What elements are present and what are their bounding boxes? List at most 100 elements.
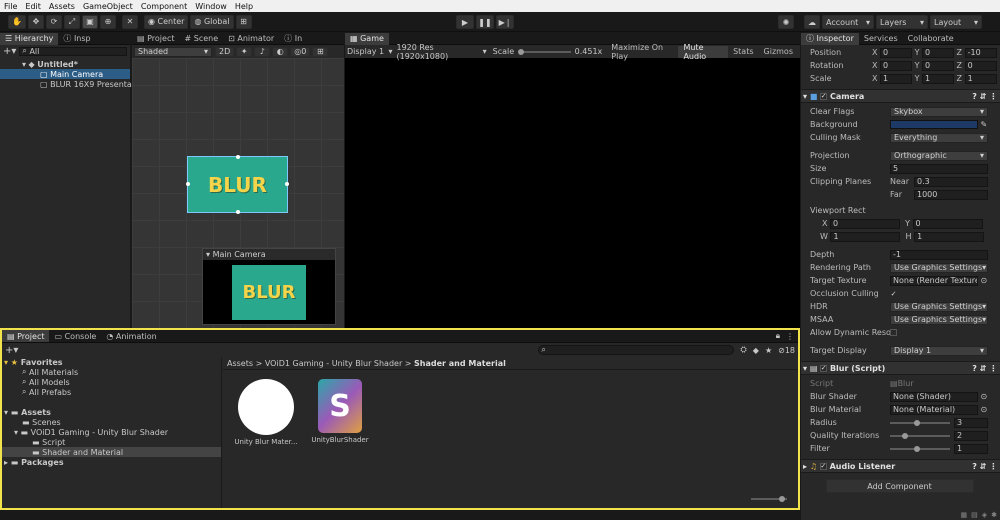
filter-field[interactable]: 1	[954, 443, 988, 454]
folder-item[interactable]: ▾ ▬ VOiD1 Gaming - Unity Blur Shader	[2, 427, 221, 437]
tab-animator[interactable]: ⊡ Animator	[223, 33, 279, 45]
position-y[interactable]: 0	[922, 47, 955, 58]
radius-field[interactable]: 3	[954, 417, 988, 428]
breadcrumb-item[interactable]: VOiD1 Gaming - Unity Blur Shader	[265, 359, 402, 368]
scene-row[interactable]: ▾ ◆ Untitled*	[0, 59, 130, 69]
hdr-dropdown[interactable]: Use Graphics Settings ▾	[890, 301, 988, 312]
near-clip-field[interactable]: 0.3	[914, 176, 988, 187]
help-icon[interactable]: ?	[972, 92, 979, 101]
add-icon[interactable]: +▾	[5, 345, 18, 356]
play-button[interactable]: ▶	[456, 15, 474, 29]
hierarchy-item-blur[interactable]: ▢ BLUR 16X9 Presentat	[0, 79, 135, 89]
collapse-arrow-icon[interactable]: ▸	[803, 462, 810, 471]
folder-item[interactable]: ▬ Script	[2, 437, 221, 447]
object-picker-icon[interactable]: ⊙	[978, 276, 988, 285]
blur-material-field[interactable]: None (Material)	[890, 404, 978, 415]
tab-console[interactable]: ▭ Console	[49, 330, 101, 342]
more-icon[interactable]: ⋮	[989, 462, 1000, 471]
rotation-y[interactable]: 0	[922, 60, 955, 71]
tab-project-bottom[interactable]: ▤ Project	[2, 330, 50, 342]
favorite-item[interactable]: ⌕ All Materials	[2, 367, 221, 377]
tab-game[interactable]: ▦ Game	[345, 32, 389, 45]
projection-dropdown[interactable]: Orthographic ▾	[890, 150, 988, 161]
slider-knob[interactable]	[779, 496, 785, 502]
cache-icon[interactable]: ▤	[971, 511, 978, 519]
dynamic-resolution-checkbox[interactable]	[890, 329, 897, 336]
display-dropdown[interactable]: Display 1 ▾	[347, 47, 393, 56]
msaa-dropdown[interactable]: Use Graphics Settings ▾	[890, 314, 988, 325]
clear-flags-dropdown[interactable]: Skybox ▾	[890, 106, 988, 117]
scale-x[interactable]: 1	[880, 73, 913, 84]
slider-knob[interactable]	[902, 432, 908, 439]
background-color-swatch[interactable]	[890, 120, 978, 129]
selection-handle[interactable]	[236, 210, 240, 214]
target-texture-field[interactable]: None (Render Texture)	[890, 275, 978, 286]
audio-listener-header[interactable]: ▸ ♫ ✓ Audio Listener ? ⇵ ⋮	[801, 459, 1000, 473]
blur-component-header[interactable]: ▾ ▤ ✓ Blur (Script) ? ⇵ ⋮	[801, 361, 1000, 375]
folder-item-selected[interactable]: ▬ Shader and Material	[2, 447, 221, 457]
gizmos-icon[interactable]: ⊞	[312, 46, 329, 57]
target-display-dropdown[interactable]: Display 1 ▾	[890, 345, 988, 356]
rotation-x[interactable]: 0	[880, 60, 913, 71]
hierarchy-item-main-camera[interactable]: ▢ Main Camera	[0, 69, 130, 79]
more-icon[interactable]: ⋮	[786, 332, 794, 341]
progress-icon[interactable]: ▦	[960, 511, 967, 519]
snap-icon[interactable]: ⊞	[235, 14, 252, 29]
viewport-h-field[interactable]: 1	[914, 231, 985, 242]
preset-icon[interactable]: ⇵	[980, 462, 990, 471]
position-x[interactable]: 0	[880, 47, 913, 58]
lighting-icon[interactable]: ✦	[236, 46, 253, 57]
preset-icon[interactable]: ⇵	[980, 364, 990, 373]
account-dropdown[interactable]: Account ▾	[822, 15, 874, 29]
audio-listener-checkbox[interactable]: ✓	[819, 462, 827, 470]
quality-iterations-slider[interactable]	[890, 432, 950, 439]
tab-services[interactable]: Services	[859, 33, 903, 45]
favorite-item[interactable]: ⌕ All Prefabs	[2, 387, 221, 397]
preset-icon[interactable]: ⇵	[980, 92, 990, 101]
viewport-x-field[interactable]: 0	[830, 218, 901, 229]
audio-icon[interactable]: ♪	[254, 46, 271, 57]
transform-tool-icon[interactable]: ⊕	[99, 14, 116, 29]
tab-hierarchy[interactable]: ☰ Hierarchy	[0, 32, 59, 45]
object-picker-icon[interactable]: ⊙	[978, 392, 988, 401]
scale-z[interactable]: 1	[964, 73, 997, 84]
resolution-dropdown[interactable]: 1920 Res (1920x1080) ▾	[397, 43, 487, 61]
folder-item[interactable]: ▬ Scenes	[2, 417, 221, 427]
maximize-on-play-toggle[interactable]: Maximize On Play	[606, 43, 678, 61]
collab-icon[interactable]: ✺	[778, 15, 794, 29]
mute-audio-toggle[interactable]: Mute Audio	[678, 43, 729, 61]
bug-icon[interactable]: ✱	[991, 511, 997, 519]
object-picker-icon[interactable]: ⊙	[978, 405, 988, 414]
rotation-z[interactable]: 0	[964, 60, 997, 71]
breadcrumb-item[interactable]: Assets	[227, 359, 253, 368]
menu-file[interactable]: File	[4, 2, 17, 11]
slider-knob[interactable]	[914, 419, 920, 426]
more-icon[interactable]: ⋮	[989, 92, 1000, 101]
occlusion-culling-checkbox[interactable]: ✓	[890, 290, 897, 298]
tab-inspector-small[interactable]: ⓘ Insp	[58, 33, 95, 45]
add-icon[interactable]: +▾	[3, 46, 16, 57]
position-z[interactable]: -10	[964, 47, 997, 58]
slider-knob[interactable]	[914, 445, 920, 452]
visibility-icon[interactable]: ◎ 0	[290, 46, 311, 57]
scene-view[interactable]: BLUR ▾ Main Camera BLUR	[132, 58, 344, 328]
tab-collaborate[interactable]: Collaborate	[903, 33, 959, 45]
scale-slider[interactable]	[518, 48, 571, 55]
tab-project[interactable]: ▤ Project	[132, 33, 179, 45]
thumbnail-size-slider[interactable]	[751, 496, 787, 502]
move-tool-icon[interactable]: ✥	[27, 14, 44, 29]
stats-toggle[interactable]: Stats	[728, 46, 758, 58]
asset-shader[interactable]: S UnityBlurShader	[305, 379, 375, 444]
step-button[interactable]: ▶❘	[496, 15, 514, 29]
collapse-arrow-icon[interactable]: ▾	[803, 364, 810, 373]
gizmos-toggle[interactable]: Gizmos	[759, 46, 798, 58]
favorite-icon[interactable]: ★	[765, 346, 772, 355]
assets-row[interactable]: ▾ ▬ Assets	[2, 407, 221, 417]
favorite-item[interactable]: ⌕ All Models	[2, 377, 221, 387]
project-search-input[interactable]: ⌕	[538, 345, 735, 355]
cloud-icon[interactable]: ☁	[804, 15, 820, 29]
tab-inspector[interactable]: ⓘ Inspector	[801, 32, 859, 45]
size-field[interactable]: 5	[890, 163, 988, 174]
search-by-label-icon[interactable]: ◆	[753, 346, 759, 355]
menu-edit[interactable]: Edit	[25, 2, 41, 11]
